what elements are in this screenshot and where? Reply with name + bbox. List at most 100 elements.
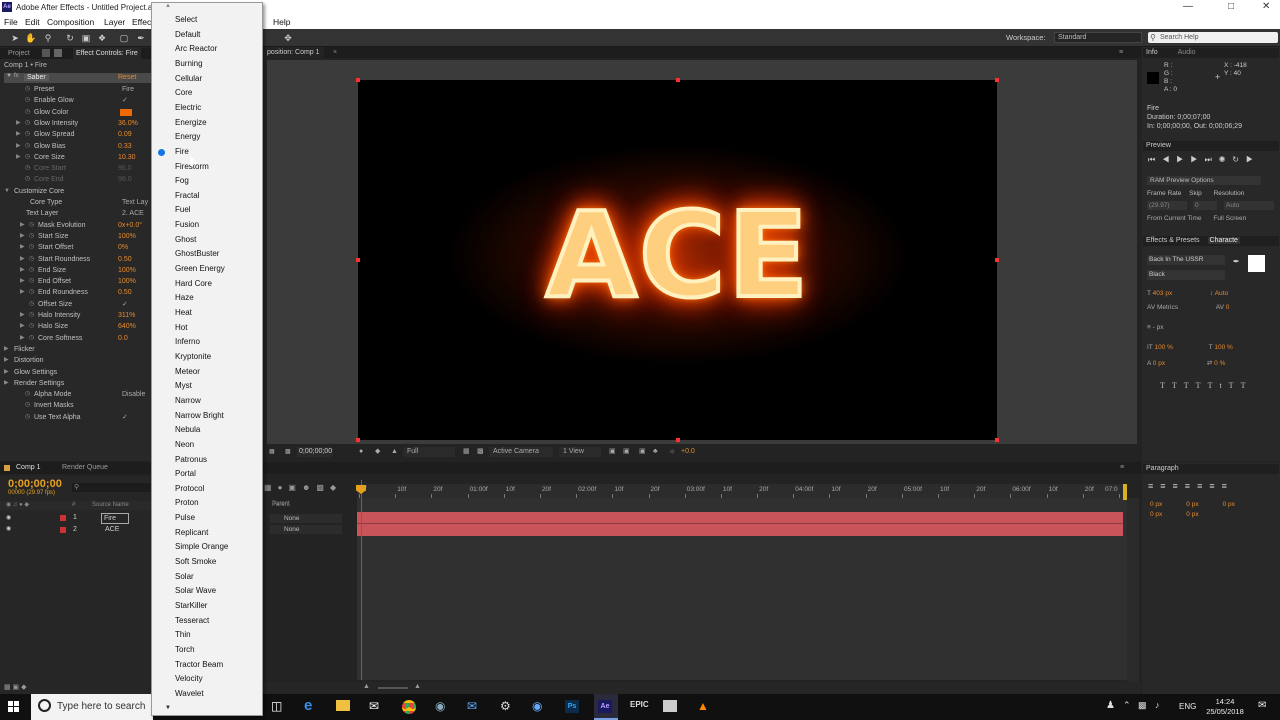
camera-snapshot-icon[interactable]: ● <box>359 446 363 458</box>
skip-select[interactable]: 0 <box>1193 201 1217 210</box>
effect-property-row[interactable]: ◷ Use Text Alpha ✓ <box>0 412 151 423</box>
graph-editor-icon[interactable]: ▣ <box>288 483 302 492</box>
preset-option[interactable]: Narrow Bright <box>152 409 262 424</box>
effect-property-row[interactable]: ◷ Glow Color <box>0 107 151 118</box>
preset-option[interactable]: Replicant <box>152 526 262 541</box>
font-size-value[interactable]: 403 px <box>1153 290 1173 297</box>
column-source-name[interactable]: Source Name <box>92 501 129 510</box>
faux-italic-icon[interactable]: T <box>1172 381 1184 390</box>
parent-select[interactable]: None <box>270 525 342 534</box>
preset-option[interactable]: Tesseract <box>152 614 262 629</box>
property-value[interactable]: 0.09 <box>118 129 132 140</box>
preset-option[interactable]: Fog <box>152 174 262 189</box>
stopwatch-icon[interactable]: ◷ <box>29 276 34 287</box>
tab-info[interactable]: Info <box>1146 49 1158 56</box>
small-caps-icon[interactable]: Tt <box>1208 381 1229 390</box>
zoom-in-icon[interactable]: ▲ <box>414 683 421 690</box>
time-ruler[interactable]: 0f10f20f01:00f10f20f02:00f10f20f03:00f10… <box>357 484 1127 498</box>
preset-option[interactable]: Cellular <box>152 72 262 87</box>
property-value[interactable]: 2. ACE <box>122 208 144 219</box>
tab-composition[interactable]: position: Comp 1 <box>263 47 324 58</box>
stopwatch-icon[interactable]: ◷ <box>25 118 30 129</box>
preset-option[interactable]: Myst <box>152 379 262 394</box>
task-view-icon[interactable]: ◫ <box>271 699 282 713</box>
stopwatch-icon[interactable]: ◷ <box>25 84 30 95</box>
effect-property-row[interactable]: ▶ ◷ Core Size 10.30 <box>0 152 151 163</box>
hand-tool-icon[interactable]: ✋ <box>25 32 37 44</box>
justify-all-icon[interactable]: ≡ <box>1222 481 1234 491</box>
preset-option[interactable]: Fuel <box>152 203 262 218</box>
steam-icon[interactable]: ✉ <box>467 699 477 713</box>
preset-option[interactable]: Energize <box>152 116 262 131</box>
people-icon[interactable]: ♟ <box>1106 700 1115 711</box>
leading-value[interactable]: Auto <box>1215 290 1228 297</box>
layer-handle[interactable] <box>356 258 360 262</box>
property-value[interactable]: 10.30 <box>118 152 136 163</box>
disclosure-triangle-icon[interactable]: ▼ <box>6 73 12 79</box>
layer-name[interactable]: Fire <box>101 513 130 524</box>
flowchart-icon[interactable]: ♣ <box>653 446 658 458</box>
cortana-icon[interactable] <box>38 699 51 712</box>
ram-preview-icon[interactable]: ▶ <box>1246 155 1260 164</box>
playhead[interactable] <box>361 480 362 680</box>
stopwatch-icon[interactable]: ◷ <box>29 287 34 298</box>
collapse-triangle-icon[interactable]: ▶ <box>20 287 25 298</box>
timeline-scrollbar[interactable] <box>1127 498 1139 682</box>
effect-property-row[interactable]: ◷ Core End 96.0 <box>0 174 151 185</box>
after-effects-icon[interactable]: Ae <box>598 700 612 713</box>
collapse-triangle-icon[interactable]: ▶ <box>16 129 21 140</box>
photoshop-icon[interactable]: Ps <box>565 700 579 713</box>
preset-option[interactable]: Green Energy <box>152 262 262 277</box>
layer-handle[interactable] <box>356 78 360 82</box>
horizontal-scale-value[interactable]: 100 % <box>1214 344 1232 351</box>
tab-effect-controls[interactable]: Effect Controls: Fire <box>73 48 141 59</box>
rectangle-tool-icon[interactable]: ▢ <box>118 32 130 44</box>
property-value[interactable]: 0% <box>118 242 128 253</box>
frame-blending-icon[interactable]: ▩ <box>316 483 330 492</box>
stopwatch-icon[interactable]: ◷ <box>29 242 34 253</box>
zoom-tool-icon[interactable]: ⚲ <box>42 32 54 44</box>
eyedropper-icon[interactable]: ✒ <box>1233 257 1240 266</box>
effect-property-row[interactable]: ▶ ◷ Halo Size 640% <box>0 321 151 332</box>
layer-handle[interactable] <box>995 258 999 262</box>
app-icon[interactable]: EPIC <box>630 700 649 709</box>
tab-character[interactable]: Characte <box>1207 237 1240 244</box>
property-value[interactable]: 36.0% <box>118 118 138 129</box>
preset-option[interactable]: Meteor <box>152 365 262 380</box>
timeline-timecode[interactable]: 0;00;00;00 <box>8 478 62 490</box>
zoom-slider[interactable] <box>378 687 408 689</box>
align-left-icon[interactable]: ≡ <box>1148 481 1160 491</box>
menu-file[interactable]: File <box>4 17 18 27</box>
all-caps-icon[interactable]: TT <box>1184 381 1208 390</box>
effect-property-row[interactable]: ▶ ◷ Start Offset 0% <box>0 242 151 253</box>
transparency-grid-icon[interactable]: ▩ <box>477 446 484 458</box>
notifications-icon[interactable]: ✉ <box>1258 700 1266 711</box>
space-after-value[interactable]: 0 px <box>1186 511 1198 518</box>
align-center-icon[interactable]: ≡ <box>1160 481 1172 491</box>
justify-right-icon[interactable]: ≡ <box>1209 481 1221 491</box>
preset-option[interactable]: Neon <box>152 438 262 453</box>
current-time-field[interactable]: 0;00;00;00 <box>297 447 333 457</box>
collapse-triangle-icon[interactable]: ▶ <box>16 118 21 129</box>
rotate-tool-icon[interactable]: ↻ <box>64 32 76 44</box>
menu-layer[interactable]: Layer <box>104 17 125 27</box>
preset-option[interactable]: Burning <box>152 57 262 72</box>
effect-property-row[interactable]: Core Type Text Lay <box>0 197 151 208</box>
app-icon[interactable] <box>663 700 677 712</box>
preset-option[interactable]: Portal <box>152 467 262 482</box>
pan-behind-tool-icon[interactable]: ❖ <box>96 32 108 44</box>
collapse-triangle-icon[interactable]: ▶ <box>4 344 9 355</box>
preset-dropdown-menu[interactable]: ▲ Select Default Arc Reactor Burning Cellula… <box>151 2 263 716</box>
fill-color-swatch[interactable] <box>1248 255 1265 272</box>
preset-option[interactable]: Thin <box>152 628 262 643</box>
property-value[interactable]: ✓ <box>122 299 128 310</box>
indent-left-value[interactable]: 0 px <box>1150 501 1162 508</box>
kerning-value[interactable]: Metrics <box>1157 304 1178 311</box>
property-value[interactable]: Disable <box>122 389 145 400</box>
close-icon[interactable]: ✕ <box>1262 1 1270 12</box>
align-right-icon[interactable]: ≡ <box>1173 481 1185 491</box>
preset-option[interactable]: Solar Wave <box>152 584 262 599</box>
property-value[interactable]: ✓ <box>122 412 128 423</box>
lock-icon[interactable] <box>42 49 50 57</box>
color-channel-icon[interactable]: ▲ <box>391 446 398 458</box>
